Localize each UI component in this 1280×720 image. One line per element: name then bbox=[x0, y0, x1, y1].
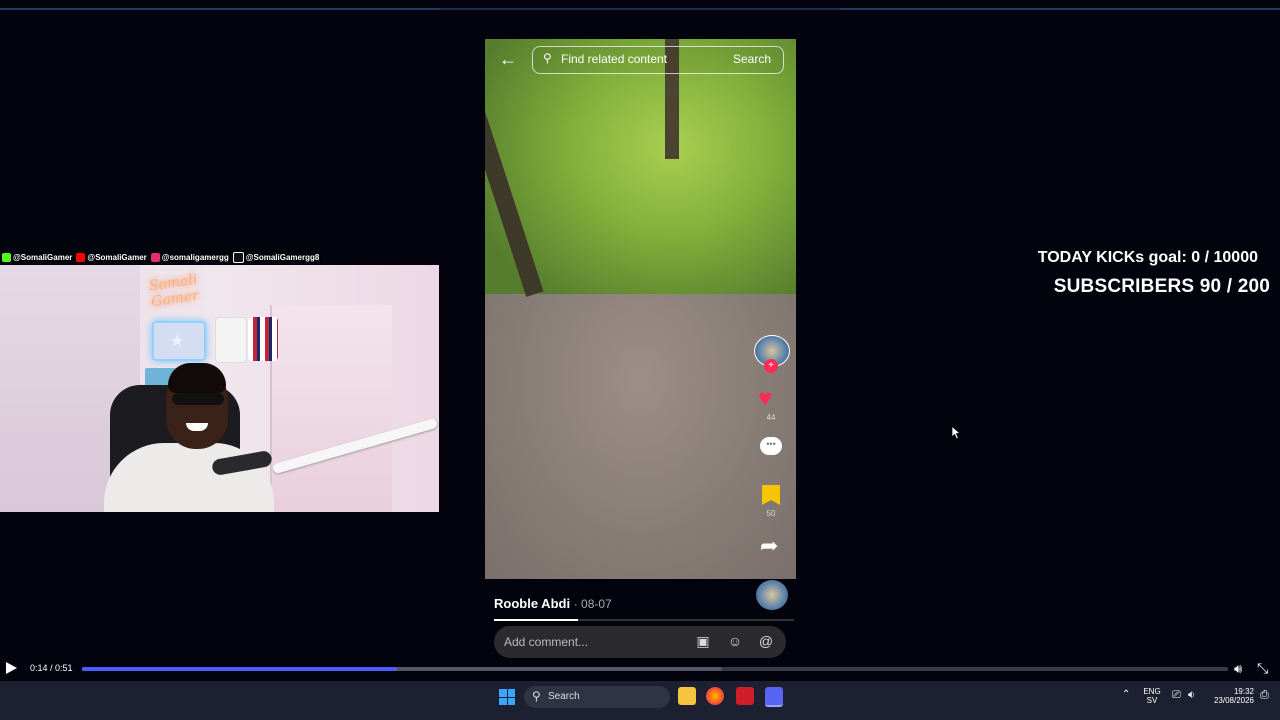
search-icon: ⚲ bbox=[532, 689, 541, 703]
video-progress-mini-fill bbox=[494, 619, 578, 621]
firefox-icon[interactable] bbox=[706, 687, 724, 705]
comment-placeholder: Add comment... bbox=[504, 635, 589, 649]
back-arrow-icon[interactable]: ← bbox=[499, 49, 517, 70]
video-path bbox=[485, 294, 796, 579]
kicks-goal-text: TODAY KICKs goal: 0 / 10000 bbox=[1037, 249, 1258, 266]
player-controls: 0:14 / 0:51 🔊︎ ⤡ bbox=[0, 659, 1280, 679]
taskbar-search-label: Search bbox=[548, 691, 580, 702]
speaker-icon[interactable]: 🔉︎ bbox=[1188, 689, 1195, 702]
share-icon[interactable]: ➦ bbox=[760, 533, 778, 559]
social-youtube: @SomaliGamer bbox=[76, 253, 147, 262]
save-count: 50 bbox=[766, 509, 776, 518]
video-player[interactable]: ← ⚲ Find related content Search bbox=[485, 39, 796, 579]
clock-date: 23/08/2026 bbox=[1213, 696, 1254, 705]
related-search-placeholder: Find related content bbox=[561, 52, 668, 66]
post-date: · 08-07 bbox=[573, 597, 612, 611]
neon-sign: Somali Gamer bbox=[148, 272, 201, 310]
notification-icon[interactable]: ⎙ bbox=[1260, 689, 1269, 702]
youtube-icon bbox=[76, 253, 86, 262]
social-kick-handle: @SomaliGamer bbox=[13, 253, 73, 262]
image-icon[interactable]: ▣ bbox=[694, 632, 712, 650]
seek-bar[interactable] bbox=[82, 667, 1228, 671]
exit-fullscreen-icon[interactable]: ⤡ bbox=[1257, 660, 1268, 677]
author-name[interactable]: Rooble Abdi bbox=[494, 596, 570, 611]
search-icon: ⚲ bbox=[543, 51, 552, 65]
language-line2: SV bbox=[1146, 696, 1158, 705]
comment-icon[interactable]: ••• bbox=[760, 437, 782, 455]
streamer-hair bbox=[168, 363, 226, 393]
tiktok-icon bbox=[232, 252, 244, 263]
like-count: 44 bbox=[766, 413, 776, 422]
neon-flag-icon: ★ bbox=[152, 321, 206, 361]
jersey-white bbox=[215, 317, 247, 363]
windows-start-icon[interactable] bbox=[499, 689, 515, 705]
social-youtube-handle: @SomaliGamer bbox=[87, 253, 147, 262]
streamer-glasses bbox=[172, 393, 224, 405]
video-topbar: ← ⚲ Find related content Search bbox=[485, 39, 796, 81]
language-line1: ENG bbox=[1143, 687, 1161, 696]
chevron-up-icon[interactable]: ⌃ bbox=[1122, 689, 1130, 700]
social-handles-bar: @SomaliGamer @SomaliGamer @somaligamergg… bbox=[2, 252, 319, 263]
play-icon[interactable] bbox=[6, 662, 17, 674]
comment-input[interactable]: Add comment... ▣ ☺ @ bbox=[494, 626, 786, 658]
kick-icon bbox=[2, 253, 11, 262]
webcam-feed: Somali Gamer ★ bbox=[0, 265, 439, 512]
follow-plus-icon[interactable]: + bbox=[764, 359, 778, 373]
author-avatar[interactable] bbox=[756, 580, 788, 610]
clock[interactable]: 19:32 23/08/2026 bbox=[1206, 687, 1254, 705]
file-explorer-icon[interactable] bbox=[678, 687, 696, 705]
discord-icon[interactable] bbox=[765, 687, 783, 707]
video-app-icon[interactable] bbox=[736, 687, 754, 705]
social-tiktok: @SomaliGamergg8 bbox=[232, 252, 320, 263]
author-row: Rooble Abdi · 08-07 bbox=[494, 596, 612, 611]
mouse-cursor-icon bbox=[952, 426, 960, 440]
related-search-input[interactable]: ⚲ Find related content Search bbox=[532, 46, 784, 74]
mention-icon[interactable]: @ bbox=[757, 632, 775, 650]
subscribers-goal-text: SUBSCRIBERS 90 / 200 bbox=[1053, 276, 1270, 297]
jersey-striped bbox=[248, 317, 278, 361]
network-icon[interactable]: ⎚ bbox=[1172, 689, 1181, 702]
player-time: 0:14 / 0:51 bbox=[30, 663, 73, 673]
social-instagram-handle: @somaligamergg bbox=[161, 253, 229, 262]
social-tiktok-handle: @SomaliGamergg8 bbox=[245, 253, 320, 262]
clock-time: 19:32 bbox=[1233, 687, 1254, 696]
video-progress-mini bbox=[494, 619, 794, 621]
seek-progress bbox=[82, 667, 398, 671]
windows-taskbar: ⚲ Search ⌃ ENG SV ⎚ 🔉︎ 19:32 23/08/2026 … bbox=[0, 681, 1280, 720]
instagram-icon bbox=[150, 253, 160, 262]
language-indicator[interactable]: ENG SV bbox=[1140, 687, 1164, 705]
social-instagram: @somaligamergg bbox=[150, 253, 229, 262]
related-search-button[interactable]: Search bbox=[733, 52, 771, 66]
taskbar-search[interactable]: ⚲ Search bbox=[524, 686, 670, 708]
heart-icon[interactable]: ♥ bbox=[758, 385, 772, 413]
emoji-icon[interactable]: ☺ bbox=[726, 632, 744, 650]
volume-icon[interactable]: 🔊︎ bbox=[1234, 661, 1242, 677]
webcam-door bbox=[270, 305, 392, 512]
social-kick: @SomaliGamer bbox=[2, 253, 72, 262]
